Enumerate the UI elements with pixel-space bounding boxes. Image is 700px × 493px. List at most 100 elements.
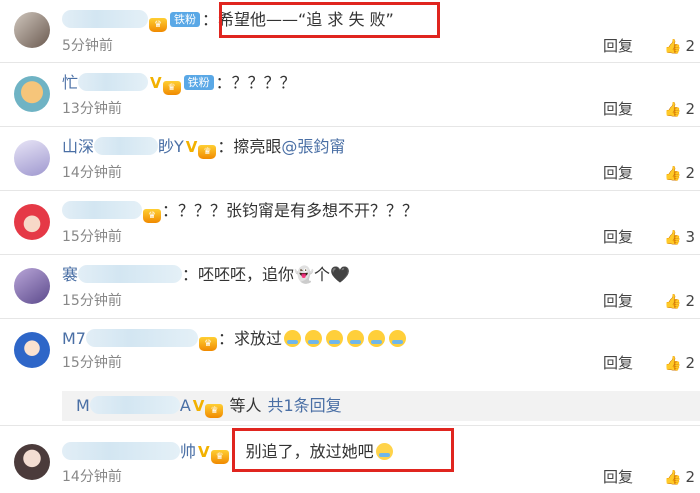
username[interactable]: 山深 [62, 137, 94, 156]
view-replies-link[interactable]: 共1条回复 [267, 396, 341, 415]
comment-time: 15分钟前 [62, 355, 122, 371]
avatar[interactable] [14, 444, 50, 480]
like-button[interactable]: 👍 2 [664, 37, 695, 56]
username-tail[interactable]: A [180, 396, 191, 415]
like-button[interactable]: 👍 2 [664, 100, 695, 119]
blurred-username[interactable] [78, 73, 149, 91]
thumbs-up-icon: 👍 [664, 294, 682, 310]
thumbs-up-icon: 👍 [664, 230, 682, 246]
crown-badge-icon: ♛ [143, 209, 161, 223]
highlight-box [232, 428, 454, 472]
reply-button[interactable]: 回复 [603, 228, 633, 246]
avatar[interactable] [14, 268, 50, 304]
username[interactable]: M [76, 396, 90, 415]
blurred-username[interactable] [94, 137, 159, 155]
reply-button[interactable]: 回复 [603, 354, 633, 372]
like-count: 2 [685, 37, 695, 55]
comment-time: 13分钟前 [62, 101, 122, 117]
reply-summary-bar: M A V ♛ 等人 共1条回复 [62, 391, 700, 421]
reply-summary-line: M A V ♛ 等人 共1条回复 [76, 395, 342, 418]
avatar[interactable] [14, 12, 50, 48]
like-button[interactable]: 👍 2 [664, 354, 695, 373]
comment-line: 褰 ：呸呸呸，追你👻个🖤 [62, 264, 350, 286]
like-count: 2 [685, 354, 695, 372]
avatar[interactable] [14, 332, 50, 368]
comment-time: 15分钟前 [62, 229, 122, 245]
fan-badge: 铁粉 [170, 12, 200, 27]
comment-text: ：？？？张钧甯是有多想不开？？？ [162, 201, 419, 220]
blurred-username[interactable] [78, 265, 183, 283]
comment-time: 5分钟前 [62, 38, 113, 54]
comment-line: ♛ ：？？？张钧甯是有多想不开？？？ [62, 200, 418, 223]
mention-link[interactable]: @張鈞甯 [281, 137, 345, 156]
comment-item: M7 ♛ ：求放过 15分钟前 回复 👍 2 [0, 319, 700, 381]
blurred-username[interactable] [62, 442, 180, 460]
like-button[interactable]: 👍 2 [664, 292, 695, 311]
like-count: 2 [685, 468, 695, 486]
thumbs-up-icon: 👍 [664, 166, 682, 182]
crown-badge-icon: ♛ [149, 18, 167, 32]
comment-item: 褰 ：呸呸呸，追你👻个🖤 15分钟前 回复 👍 2 [0, 255, 700, 317]
comment-time: 15分钟前 [62, 293, 122, 309]
username[interactable]: 忙 [62, 73, 78, 92]
blurred-username[interactable] [89, 396, 180, 414]
crying-laugh-emoji-icon [305, 330, 322, 347]
comment-line: M7 ♛ ：求放过 [62, 328, 408, 351]
reply-button[interactable]: 回复 [603, 468, 633, 486]
reply-button[interactable]: 回复 [603, 164, 633, 182]
fan-badge: 铁粉 [183, 75, 214, 90]
crying-laugh-emoji-icon [368, 330, 385, 347]
verified-v-icon: V [150, 74, 162, 92]
comment-text: ：擦亮眼 [217, 137, 282, 156]
comment-item: 山深 眇Y V ♛ ：擦亮眼@張鈞甯 14分钟前 回复 👍 2 [0, 127, 700, 189]
comment-text: ：呸呸呸，追你 [182, 265, 295, 284]
black-heart-icon: 🖤 [329, 265, 350, 284]
reply-button[interactable]: 回复 [603, 37, 633, 55]
thumbs-up-icon: 👍 [664, 102, 682, 118]
thumbs-up-icon: 👍 [664, 470, 682, 486]
blurred-username[interactable] [62, 10, 148, 28]
thumbs-up-icon: 👍 [664, 39, 682, 55]
crown-badge-icon: ♛ [205, 404, 224, 418]
reply-button[interactable]: 回复 [603, 292, 633, 310]
crown-badge-icon: ♛ [162, 81, 181, 95]
like-button[interactable]: 👍 3 [664, 228, 695, 247]
ghost-emoji-icon: 👻 [294, 265, 314, 284]
comment-text: ：？？？？ [215, 73, 296, 92]
reply-summary-suffix: 等人 [224, 396, 262, 415]
crying-laugh-emoji-icon [347, 330, 364, 347]
comment-line: 忙 V ♛ 铁粉：？？？？ [62, 72, 296, 95]
username[interactable]: 褰 [62, 265, 78, 284]
comment-item: ♛ ：？？？张钧甯是有多想不开？？？ 15分钟前 回复 👍 3 [0, 191, 700, 253]
comment-time: 14分钟前 [62, 165, 122, 181]
avatar[interactable] [14, 140, 50, 176]
thumbs-up-icon: 👍 [664, 356, 682, 372]
like-button[interactable]: 👍 2 [664, 468, 695, 487]
crown-badge-icon: ♛ [198, 145, 217, 159]
like-count: 3 [685, 228, 695, 246]
username-tail[interactable]: 眇Y [158, 137, 184, 156]
crying-laugh-emoji-icon [326, 330, 343, 347]
crown-badge-icon: ♛ [198, 337, 217, 351]
comment-text-tail: 个 [313, 265, 330, 284]
comment-line: 山深 眇Y V ♛ ：擦亮眼@張鈞甯 [62, 136, 345, 159]
avatar[interactable] [14, 204, 50, 240]
crying-laugh-emoji-icon [284, 330, 301, 347]
like-button[interactable]: 👍 2 [664, 164, 695, 183]
crown-badge-icon: ♛ [210, 450, 229, 464]
comment-item: 忙 V ♛ 铁粉：？？？？ 13分钟前 回复 👍 2 [0, 63, 700, 125]
username-tail[interactable]: 帅 [180, 442, 196, 461]
verified-v-icon: V [192, 397, 205, 415]
verified-v-icon: V [185, 138, 198, 156]
reply-button[interactable]: 回复 [603, 100, 633, 118]
crying-laugh-emoji-icon [389, 330, 406, 347]
like-count: 2 [685, 164, 695, 182]
username[interactable]: M7 [62, 329, 86, 348]
comment-text: ：求放过 [217, 329, 282, 348]
blurred-username[interactable] [85, 329, 198, 347]
blurred-username[interactable] [62, 201, 142, 219]
avatar[interactable] [14, 76, 50, 112]
highlight-box [219, 2, 440, 38]
verified-v-icon: V [198, 443, 210, 461]
comment-time: 14分钟前 [62, 469, 122, 485]
